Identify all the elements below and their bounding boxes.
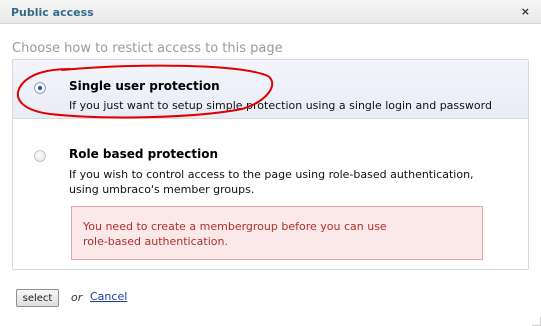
dialog-titlebar: Public access × [0, 0, 541, 24]
single-user-description: If you just want to setup simple protect… [69, 99, 492, 112]
or-label: or [71, 291, 83, 304]
resize-handle[interactable] [532, 317, 541, 326]
warning-text: You need to create a membergroup before … [83, 219, 473, 249]
cancel-link[interactable]: Cancel [90, 290, 127, 303]
close-icon[interactable]: × [521, 5, 530, 18]
page-heading: Choose how to restict access to this pag… [12, 41, 283, 56]
role-based-description-line2: using umbraco's member groups. [69, 183, 255, 196]
warning-line2: role-based authentication. [83, 235, 228, 248]
dialog-title: Public access [11, 6, 94, 19]
role-based-title: Role based protection [69, 147, 219, 161]
role-based-radio[interactable] [34, 150, 46, 162]
options-panel: Single user protection If you just want … [12, 59, 529, 270]
membergroup-warning: You need to create a membergroup before … [71, 206, 483, 260]
single-user-title: Single user protection [69, 79, 220, 93]
single-user-radio[interactable] [34, 82, 46, 94]
option-single-user[interactable]: Single user protection If you just want … [13, 60, 528, 119]
role-based-description-line1: If you wish to control access to the pag… [69, 168, 474, 181]
select-button[interactable]: select [16, 289, 59, 307]
warning-line1: You need to create a membergroup before … [83, 220, 387, 233]
